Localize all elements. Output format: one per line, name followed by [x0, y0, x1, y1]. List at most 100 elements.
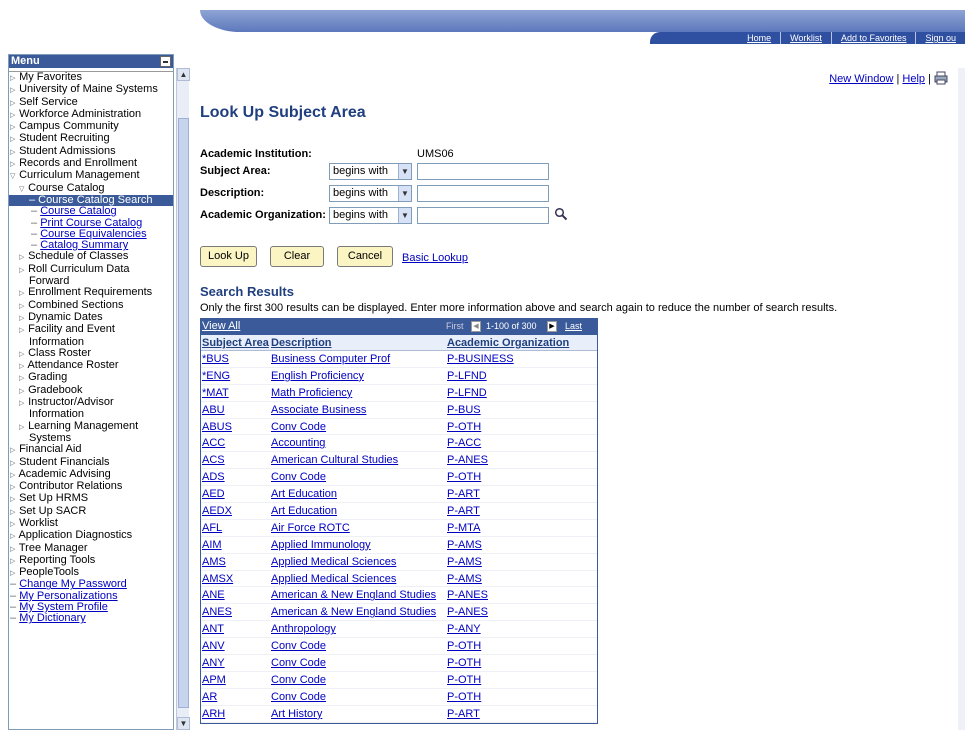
academic-org-cell-link[interactable]: P-ART — [447, 708, 480, 720]
menu-collapse-icon[interactable] — [160, 56, 171, 67]
last-link[interactable]: Last — [565, 321, 582, 331]
next-icon[interactable]: ▶ — [547, 321, 557, 332]
worklist-link[interactable]: Worklist — [780, 32, 831, 44]
academic-org-cell-link[interactable]: P-BUS — [447, 404, 481, 416]
column-header-description[interactable]: Description — [270, 335, 446, 350]
academic-org-cell-link[interactable]: P-OTH — [447, 640, 481, 652]
scroll-down-icon[interactable]: ▼ — [177, 717, 190, 730]
academic-org-cell-link[interactable]: P-BUSINESS — [447, 353, 514, 365]
menu-item-link[interactable]: Catalog Summary — [40, 239, 128, 251]
subject-area-cell-link[interactable]: AMSX — [202, 573, 233, 585]
academic-org-cell-link[interactable]: P-AMS — [447, 573, 482, 585]
column-header-subject-area[interactable]: Subject Area — [201, 335, 270, 350]
scroll-thumb[interactable] — [178, 118, 189, 708]
description-cell-link[interactable]: American & New England Studies — [271, 589, 436, 601]
subject-area-cell-link[interactable]: AED — [202, 488, 225, 500]
academic-org-cell-link[interactable]: P-OTH — [447, 471, 481, 483]
chevron-down-icon[interactable]: ▼ — [398, 186, 411, 201]
subject-area-input[interactable] — [417, 163, 549, 180]
menu-item-link[interactable]: My Personalizations — [19, 590, 117, 602]
description-cell-link[interactable]: Art History — [271, 708, 322, 720]
subject-area-cell-link[interactable]: AIM — [202, 539, 222, 551]
description-cell-link[interactable]: Art Education — [271, 488, 337, 500]
menu-item-link[interactable]: Course Catalog — [40, 205, 116, 217]
academic-org-cell-link[interactable]: P-AMS — [447, 539, 482, 551]
subject-area-cell-link[interactable]: ANY — [202, 657, 225, 669]
cancel-button[interactable]: Cancel — [337, 246, 393, 267]
new-window-link[interactable]: New Window — [829, 73, 893, 85]
subject-area-cell-link[interactable]: ABUS — [202, 421, 232, 433]
academic-org-cell-link[interactable]: P-ANES — [447, 589, 488, 601]
subject-area-cell-link[interactable]: AEDX — [202, 505, 232, 517]
academic-org-cell-link[interactable]: P-ART — [447, 488, 480, 500]
description-operator-select[interactable]: begins with ▼ — [329, 185, 412, 202]
subject-area-cell-link[interactable]: APM — [202, 674, 226, 686]
menu-item-link[interactable]: Course Equivalencies — [40, 228, 146, 240]
academic-org-input[interactable] — [417, 207, 549, 224]
basic-lookup-link[interactable]: Basic Lookup — [402, 252, 468, 264]
academic-org-cell-link[interactable]: P-OTH — [447, 421, 481, 433]
clear-button[interactable]: Clear — [270, 246, 324, 267]
view-all-link[interactable]: View All — [202, 320, 240, 332]
academic-org-cell-link[interactable]: P-MTA — [447, 522, 480, 534]
subject-area-cell-link[interactable]: ACC — [202, 437, 225, 449]
description-cell-link[interactable]: Conv Code — [271, 421, 326, 433]
description-cell-link[interactable]: Conv Code — [271, 674, 326, 686]
description-cell-link[interactable]: Applied Medical Sciences — [271, 556, 396, 568]
look-up-button[interactable]: Look Up — [200, 246, 257, 267]
description-cell-link[interactable]: American Cultural Studies — [271, 454, 398, 466]
chevron-down-icon[interactable]: ▼ — [398, 208, 411, 223]
subject-area-cell-link[interactable]: ARH — [202, 708, 225, 720]
description-cell-link[interactable]: Conv Code — [271, 640, 326, 652]
menu-item-link[interactable]: Print Course Catalog — [40, 217, 142, 229]
subject-area-cell-link[interactable]: AMS — [202, 556, 226, 568]
academic-org-cell-link[interactable]: P-ANES — [447, 606, 488, 618]
description-cell-link[interactable]: Conv Code — [271, 657, 326, 669]
subject-area-cell-link[interactable]: ACS — [202, 454, 225, 466]
description-cell-link[interactable]: Anthropology — [271, 623, 336, 635]
description-cell-link[interactable]: Art Education — [271, 505, 337, 517]
print-icon[interactable] — [934, 71, 948, 85]
academic-org-cell-link[interactable]: P-ANY — [447, 623, 481, 635]
menu-scrollbar[interactable]: ▲ ▼ — [176, 68, 190, 730]
column-header-academic-org[interactable]: Academic Organization — [446, 335, 596, 350]
subject-area-cell-link[interactable]: ANE — [202, 589, 225, 601]
description-cell-link[interactable]: English Proficiency — [271, 370, 364, 382]
subject-area-operator-select[interactable]: begins with ▼ — [329, 163, 412, 180]
add-to-favorites-link[interactable]: Add to Favorites — [830, 32, 916, 44]
scroll-up-icon[interactable]: ▲ — [177, 68, 190, 81]
description-cell-link[interactable]: Applied Immunology — [271, 539, 371, 551]
menu-item[interactable]: – My Dictionary — [9, 613, 173, 624]
academic-org-cell-link[interactable]: P-LFND — [447, 387, 487, 399]
menu-item-link[interactable]: My Dictionary — [19, 612, 86, 624]
description-cell-link[interactable]: Air Force ROTC — [271, 522, 350, 534]
description-cell-link[interactable]: Associate Business — [271, 404, 366, 416]
description-cell-link[interactable]: Business Computer Prof — [271, 353, 390, 365]
academic-org-cell-link[interactable]: P-OTH — [447, 691, 481, 703]
academic-org-cell-link[interactable]: P-OTH — [447, 657, 481, 669]
subject-area-cell-link[interactable]: AR — [202, 691, 217, 703]
subject-area-cell-link[interactable]: ANT — [202, 623, 224, 635]
home-link[interactable]: Home — [738, 32, 780, 44]
description-cell-link[interactable]: Accounting — [271, 437, 325, 449]
academic-org-cell-link[interactable]: P-ACC — [447, 437, 481, 449]
academic-org-operator-select[interactable]: begins with ▼ — [329, 207, 412, 224]
subject-area-cell-link[interactable]: ANV — [202, 640, 225, 652]
subject-area-cell-link[interactable]: ADS — [202, 471, 225, 483]
menu-item-link[interactable]: My System Profile — [19, 601, 108, 613]
right-scrollbar[interactable] — [958, 68, 965, 730]
subject-area-cell-link[interactable]: *BUS — [202, 353, 229, 365]
description-cell-link[interactable]: Conv Code — [271, 691, 326, 703]
chevron-down-icon[interactable]: ▼ — [398, 164, 411, 179]
description-cell-link[interactable]: American & New England Studies — [271, 606, 436, 618]
sign-out-link[interactable]: Sign ou — [915, 32, 965, 44]
subject-area-cell-link[interactable]: ABU — [202, 404, 225, 416]
subject-area-cell-link[interactable]: *MAT — [202, 387, 229, 399]
subject-area-cell-link[interactable]: ANES — [202, 606, 232, 618]
description-cell-link[interactable]: Math Proficiency — [271, 387, 352, 399]
academic-org-cell-link[interactable]: P-OTH — [447, 674, 481, 686]
lookup-search-icon[interactable] — [554, 207, 568, 221]
academic-org-cell-link[interactable]: P-LFND — [447, 370, 487, 382]
description-input[interactable] — [417, 185, 549, 202]
academic-org-cell-link[interactable]: P-ANES — [447, 454, 488, 466]
